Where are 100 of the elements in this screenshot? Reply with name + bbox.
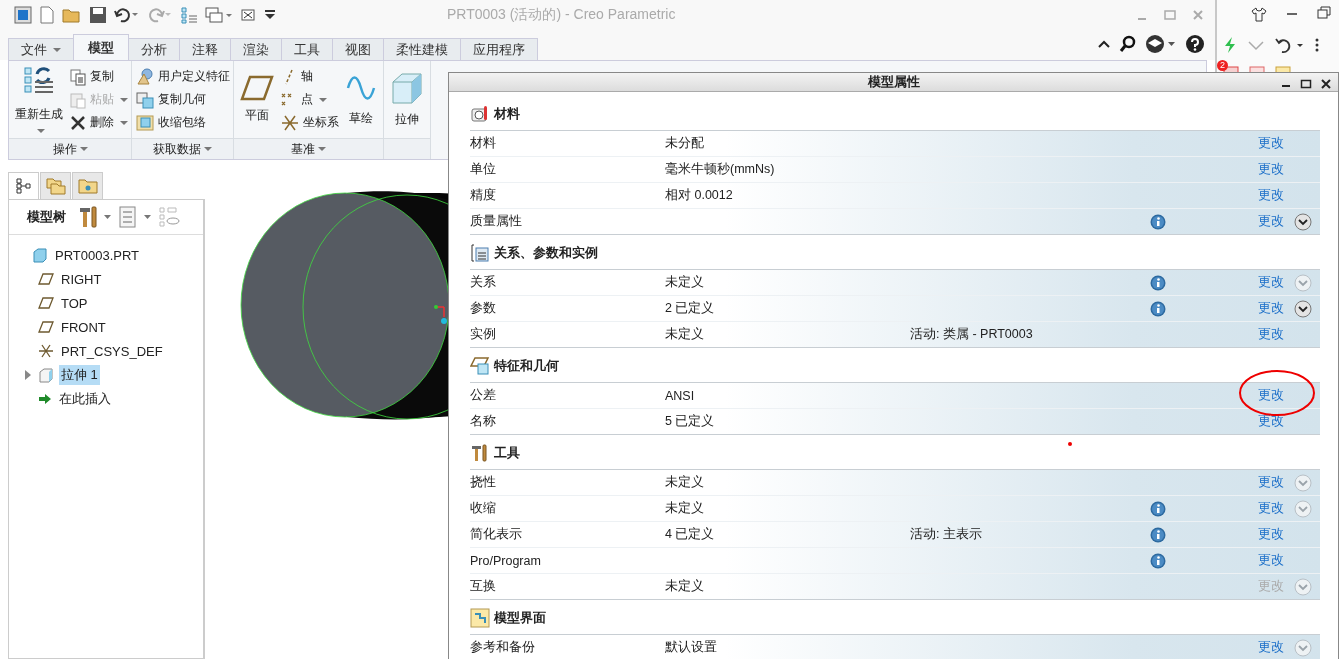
expand-arrow-icon[interactable]: [23, 370, 33, 380]
undo-icon[interactable]: [1275, 36, 1305, 54]
property-label: 名称: [470, 413, 497, 430]
restore-icon[interactable]: [1317, 6, 1331, 20]
change-link[interactable]: 更改: [1258, 526, 1294, 543]
ribbon-button[interactable]: 轴: [301, 68, 313, 85]
change-link[interactable]: 更改: [1258, 274, 1294, 291]
tree-item[interactable]: 拉伸 1: [59, 365, 100, 385]
property-status: 活动: 类属 - PRT0003: [910, 327, 1033, 341]
change-link[interactable]: 更改: [1258, 300, 1294, 317]
change-link[interactable]: 更改: [1258, 552, 1294, 569]
cube-icon: [38, 367, 54, 383]
change-link[interactable]: 更改: [1258, 639, 1294, 656]
save-icon[interactable]: [89, 6, 107, 24]
group-label[interactable]: 操作: [52, 140, 88, 158]
ribbon-button[interactable]: 复制: [90, 68, 114, 85]
property-value: 默认设置: [665, 640, 717, 654]
cube-icon: [390, 71, 424, 105]
ribbon-tab[interactable]: 渲染: [230, 38, 282, 60]
new-file-icon[interactable]: [39, 6, 55, 24]
change-link[interactable]: 更改: [1258, 413, 1294, 430]
info-icon[interactable]: [1150, 552, 1166, 569]
ribbon-button[interactable]: 拉伸: [387, 63, 427, 136]
caret-icon[interactable]: [319, 97, 327, 102]
change-link[interactable]: 更改: [1258, 213, 1294, 230]
ribbon-tab[interactable]: 视图: [332, 38, 384, 60]
property-label: 实例: [470, 326, 497, 343]
change-link[interactable]: 更改: [1258, 387, 1294, 404]
ribbon-tab[interactable]: 注释: [179, 38, 231, 60]
info-icon[interactable]: [1150, 274, 1166, 291]
tree-icon: [15, 178, 32, 194]
undo-icon[interactable]: [114, 7, 140, 23]
property-label: 单位: [470, 161, 497, 178]
tree-item[interactable]: 在此插入: [57, 389, 113, 409]
change-link[interactable]: 更改: [1258, 135, 1294, 152]
change-link[interactable]: 更改: [1258, 326, 1294, 343]
ribbon-button[interactable]: 草绘: [342, 63, 380, 136]
panel-tab[interactable]: [8, 172, 39, 199]
section-title: 关系、参数和实例: [494, 244, 598, 262]
ribbon-button[interactable]: 收缩包络: [158, 114, 206, 131]
change-link[interactable]: 更改: [1258, 161, 1294, 178]
expand-chevron-icon[interactable]: [1294, 299, 1312, 318]
windows-icon[interactable]: [205, 6, 233, 24]
panel-tab[interactable]: [72, 172, 103, 199]
ribbon-button[interactable]: 删除: [90, 114, 114, 131]
ribbon-tab[interactable]: 应用程序: [460, 38, 538, 60]
maximize-icon[interactable]: [1300, 78, 1312, 90]
app-icon[interactable]: [14, 6, 32, 24]
info-icon[interactable]: [1150, 300, 1166, 317]
ribbon-button[interactable]: 复制几何: [158, 91, 206, 108]
property-label: 简化表示: [470, 526, 523, 543]
property-label: 材料: [470, 135, 497, 152]
caret-icon[interactable]: [120, 120, 128, 125]
property-label: 挠性: [470, 474, 497, 491]
group-label[interactable]: 基准: [291, 140, 326, 158]
tree-item[interactable]: PRT_CSYS_DEF: [59, 342, 165, 360]
tree-item[interactable]: FRONT: [59, 318, 108, 336]
expand-chevron-icon[interactable]: [1294, 212, 1312, 231]
tree-item[interactable]: RIGHT: [59, 270, 104, 288]
tree-item[interactable]: TOP: [59, 294, 90, 312]
property-value: 相对 0.0012: [665, 188, 733, 202]
plane-icon: [240, 75, 274, 101]
info-icon[interactable]: [1150, 213, 1166, 230]
property-value: 2 已定义: [665, 301, 715, 315]
search-icon[interactable]: [1119, 35, 1137, 53]
ribbon-tab[interactable]: 分析: [128, 38, 180, 60]
ribbon-button[interactable]: 平面: [237, 63, 277, 136]
ribbon-button[interactable]: 用户定义特征: [158, 68, 230, 85]
clipboard-icon: [69, 90, 87, 109]
graduation-cap-icon[interactable]: [1145, 34, 1177, 54]
insert-arrow-icon: [38, 393, 52, 405]
ribbon-tab[interactable]: 文件: [8, 38, 74, 60]
property-value: 未定义: [665, 579, 704, 593]
info-icon[interactable]: [1150, 500, 1166, 517]
section-title: 模型界面: [494, 609, 546, 627]
info-icon[interactable]: [1150, 526, 1166, 543]
close-windows-icon[interactable]: [240, 7, 256, 23]
tools-icon[interactable]: [78, 206, 112, 228]
ribbon-tab[interactable]: 工具: [281, 38, 333, 60]
ribbon-tab[interactable]: 柔性建模: [383, 38, 461, 60]
property-label: 质量属性: [470, 213, 523, 230]
more-icon[interactable]: [1315, 37, 1319, 53]
group-label[interactable]: 获取数据: [153, 140, 212, 158]
tree-item[interactable]: PRT0003.PRT: [53, 246, 142, 264]
ribbon-button[interactable]: 坐标系: [303, 114, 339, 131]
regenerate-icon[interactable]: [180, 6, 198, 24]
feature-icon: [470, 356, 490, 376]
change-link[interactable]: 更改: [1258, 474, 1294, 491]
caret-icon[interactable]: [36, 129, 45, 133]
coordinate-system-icon: [280, 113, 300, 132]
ribbon-button[interactable]: 重新生成: [12, 63, 66, 136]
annotation-dot: [1068, 442, 1072, 446]
change-link[interactable]: 更改: [1258, 187, 1294, 204]
shrinkwrap-icon: [135, 113, 155, 132]
coordinate-system-icon: [38, 343, 54, 359]
help-icon[interactable]: [1185, 34, 1205, 54]
ribbon-button[interactable]: 点: [301, 91, 313, 108]
shirt-icon[interactable]: [1251, 6, 1267, 22]
close-icon[interactable]: [1320, 78, 1332, 90]
change-link[interactable]: 更改: [1258, 500, 1294, 517]
